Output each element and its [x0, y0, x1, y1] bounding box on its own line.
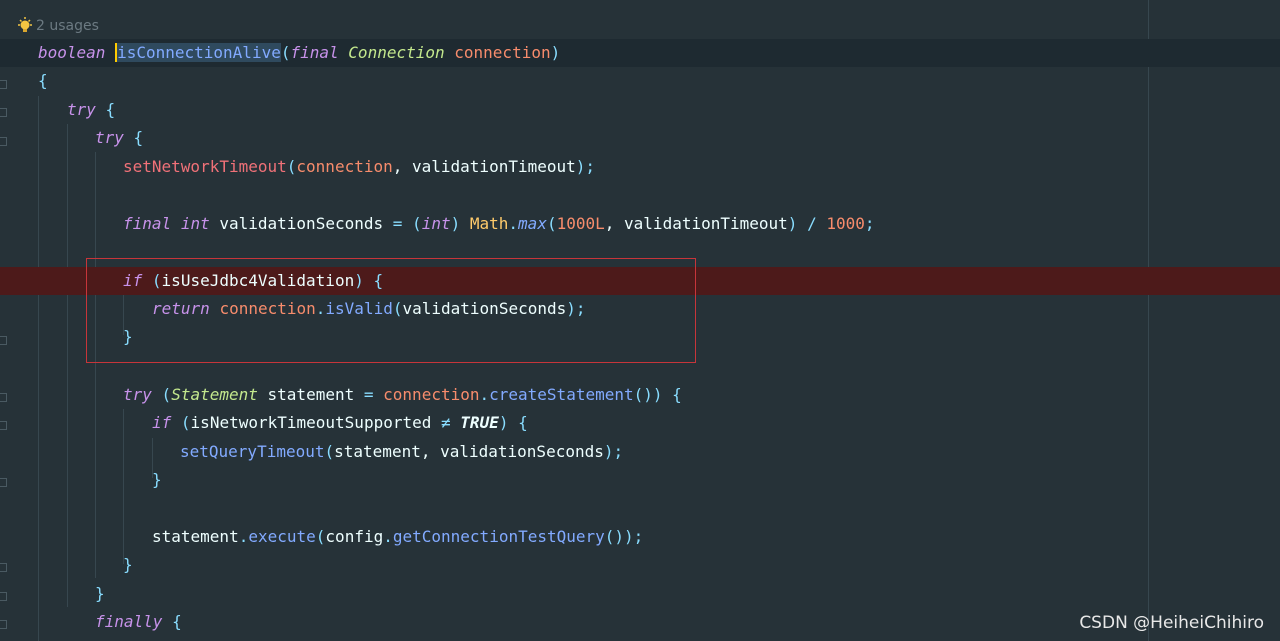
code-token: createStatement — [489, 385, 634, 404]
code-token: ≠ — [441, 413, 451, 432]
code-token: . — [479, 385, 490, 404]
code-token: } — [95, 584, 105, 603]
usages-hint[interactable]: 2 usages — [16, 14, 99, 38]
code-token: if — [152, 413, 172, 432]
code-token: execute — [248, 527, 316, 546]
code-line[interactable]: setQueryTimeout(statement, validationSec… — [0, 438, 1280, 466]
code-token: } — [123, 555, 133, 574]
code-token: / — [807, 214, 817, 233]
code-line[interactable]: try { — [0, 96, 1280, 124]
code-token: , validationTimeout — [392, 157, 576, 176]
code-token: ) — [550, 43, 561, 62]
code-token: Math — [469, 214, 509, 233]
code-token: . — [508, 214, 519, 233]
code-token: ) — [450, 214, 461, 233]
code-editor[interactable]: 2 usages boolean isConnectionAlive(final… — [0, 0, 1280, 641]
code-token: final — [123, 214, 172, 233]
code-token: = — [363, 385, 374, 404]
code-token: isNetworkTimeoutSupported — [190, 413, 432, 432]
code-token: ()) — [633, 385, 663, 404]
code-token: Connection — [348, 43, 445, 62]
code-token: ( — [180, 413, 191, 432]
code-token: setNetworkTimeout — [123, 157, 287, 176]
code-token: validationSeconds — [219, 214, 384, 233]
code-token: finally — [95, 612, 163, 631]
code-token: ( — [161, 385, 172, 404]
code-token: final — [290, 43, 339, 62]
code-token: ( — [412, 214, 422, 233]
code-token: try — [67, 100, 96, 119]
usages-label[interactable]: 2 usages — [36, 18, 99, 34]
code-token: ( — [286, 157, 297, 176]
code-line[interactable]: if (isNetworkTimeoutSupported ≠ TRUE) { — [0, 409, 1280, 437]
code-token: ( — [324, 442, 335, 461]
code-token: { — [133, 128, 144, 147]
code-token: connection — [383, 385, 480, 404]
code-token: int — [421, 214, 451, 233]
code-token: { — [672, 385, 682, 404]
code-token: { — [38, 71, 48, 90]
code-token: int — [180, 214, 210, 233]
code-token: statement — [152, 527, 239, 546]
code-line[interactable]: statement.execute(config.getConnectionTe… — [0, 523, 1280, 551]
code-token: try — [95, 128, 124, 147]
code-token: , validationTimeout — [604, 214, 788, 233]
code-token: boolean — [38, 43, 106, 62]
code-token: = — [392, 214, 403, 233]
code-token: 1000L — [556, 214, 605, 233]
method-name[interactable]: isConnectionAlive — [115, 43, 281, 62]
code-line[interactable]: try { — [0, 124, 1280, 152]
code-line[interactable]: } — [0, 466, 1280, 494]
code-token: } — [152, 470, 162, 489]
lightbulb-icon[interactable] — [16, 16, 34, 36]
code-token: try — [123, 385, 152, 404]
code-token: connection — [454, 43, 551, 62]
code-token: statement — [267, 385, 355, 404]
code-token: ; — [864, 214, 875, 233]
code-token: getConnectionTestQuery — [392, 527, 605, 546]
code-token: { — [172, 612, 182, 631]
code-token: ( — [315, 527, 326, 546]
code-line[interactable]: { — [0, 67, 1280, 95]
code-line[interactable]: } — [0, 580, 1280, 608]
code-token: statement, validationSeconds — [334, 442, 604, 461]
code-line[interactable]: final int validationSeconds = (int) Math… — [0, 210, 1280, 238]
code-token: ( — [546, 214, 557, 233]
watermark-text: CSDN @HeiheiChihiro — [1079, 613, 1264, 633]
code-token: { — [518, 413, 528, 432]
code-line[interactable]: setNetworkTimeout(connection, validation… — [0, 153, 1280, 181]
code-token: max — [518, 214, 547, 233]
code-token: Statement — [171, 385, 258, 404]
code-line[interactable]: } — [0, 551, 1280, 579]
code-token: ) — [498, 413, 509, 432]
code-token: { — [105, 100, 116, 119]
annotation-highlight-box — [86, 258, 696, 363]
code-token: ()); — [604, 527, 644, 546]
code-token: ) — [787, 214, 798, 233]
code-line[interactable]: boolean isConnectionAlive(final Connecti… — [0, 39, 1280, 67]
code-token: . — [383, 527, 393, 546]
code-line[interactable]: try (Statement statement = connection.cr… — [0, 381, 1280, 409]
code-token: connection — [296, 157, 393, 176]
code-token: ); — [603, 442, 624, 461]
code-token: setQueryTimeout — [180, 442, 325, 461]
code-token: . — [238, 527, 249, 546]
code-token: TRUE — [460, 413, 499, 432]
code-token: ); — [575, 157, 596, 176]
code-token: 1000 — [826, 214, 865, 233]
code-token: config — [325, 527, 384, 546]
